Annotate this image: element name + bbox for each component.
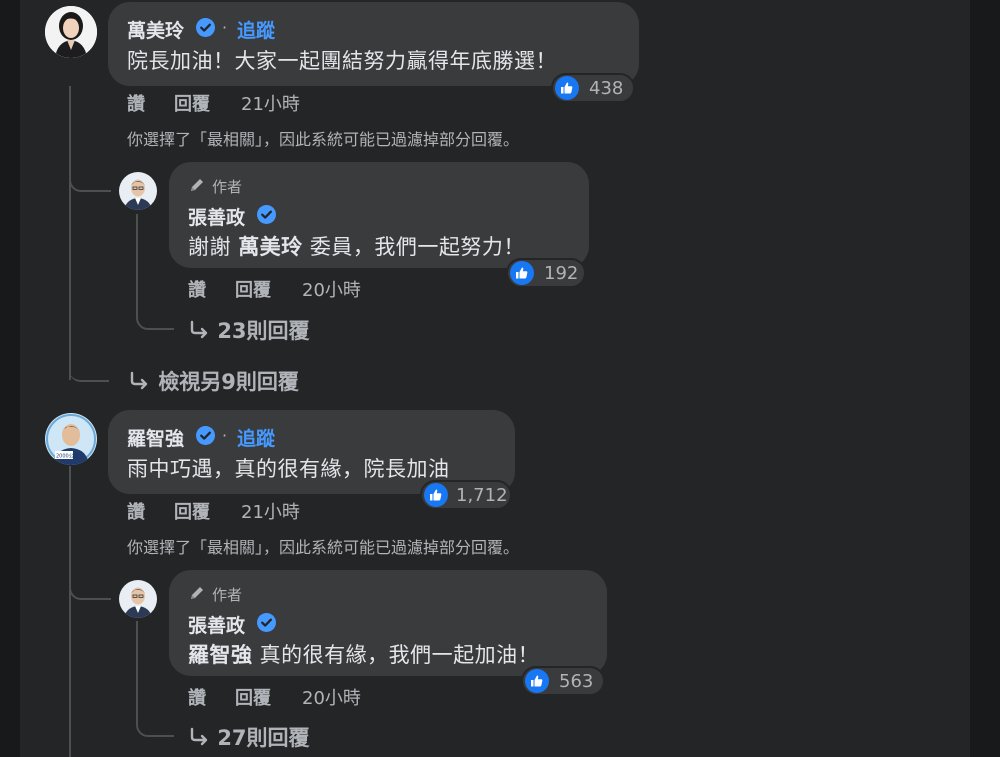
reply-text-body: 真的很有緣，我們一起加油！ — [252, 643, 540, 667]
avatar[interactable] — [119, 172, 157, 210]
reply-text: 羅智強 真的很有緣，我們一起加油！ — [188, 639, 539, 669]
man-avatar-icon — [119, 172, 157, 210]
commenter-name[interactable]: 羅智強 — [127, 424, 184, 451]
man-avatar-icon: 2000公里 — [45, 413, 97, 465]
verified-badge-icon — [257, 613, 276, 632]
more-replies-label: 23則回覆 — [217, 319, 310, 343]
reply-text: 謝謝 萬美玲 委員，我們一起努力！ — [188, 235, 525, 259]
pencil-icon — [191, 179, 203, 191]
timestamp[interactable]: 21小時 — [241, 498, 300, 524]
like-icon — [525, 669, 549, 693]
woman-avatar-icon — [45, 6, 97, 58]
separator-dot: · — [222, 18, 228, 37]
pencil-icon — [191, 587, 203, 599]
filter-notice: 你選擇了「最相關」，因此系統可能已過濾掉部分回覆。 — [127, 130, 520, 149]
timestamp[interactable]: 20小時 — [302, 276, 361, 302]
replier-name[interactable]: 張善政 — [188, 203, 245, 230]
like-button[interactable]: 讚 — [188, 276, 206, 302]
avatar[interactable] — [45, 6, 97, 58]
like-button[interactable]: 讚 — [188, 684, 206, 710]
replier-name[interactable]: 張善政 — [188, 611, 245, 638]
reaction-count-text: 192 — [544, 263, 579, 284]
reply-arrow-icon — [190, 320, 208, 339]
thread-branch — [69, 160, 111, 192]
avatar-badge: 2000公里 — [56, 454, 79, 460]
reaction-count-text: 438 — [589, 78, 624, 99]
reaction-count[interactable]: 192 — [506, 258, 586, 288]
like-icon — [555, 76, 579, 100]
reaction-count[interactable]: 438 — [551, 73, 635, 103]
avatar[interactable] — [119, 580, 157, 618]
reply-button[interactable]: 回覆 — [174, 498, 210, 524]
filter-notice: 你選擇了「最相關」，因此系統可能已過濾掉部分回覆。 — [127, 538, 520, 557]
thread-line — [69, 86, 71, 380]
reply-text-body: 委員，我們一起努力！ — [302, 235, 525, 259]
thread-line — [69, 350, 71, 380]
follow-button[interactable]: 追蹤 — [237, 16, 275, 43]
reaction-count[interactable]: 563 — [521, 666, 605, 696]
comment-text: 雨中巧遇，真的很有緣，院長加油 — [127, 457, 450, 481]
reaction-count-text: 563 — [559, 671, 594, 692]
reply-arrow-icon — [190, 727, 208, 746]
more-replies-label: 27則回覆 — [217, 726, 310, 750]
verified-badge-icon — [196, 426, 215, 445]
reaction-count-text: 1,712 — [456, 485, 508, 506]
man-avatar-icon — [119, 580, 157, 618]
verified-badge-icon — [196, 18, 215, 37]
thread-line — [69, 466, 71, 757]
like-button[interactable]: 讚 — [127, 498, 145, 524]
like-icon — [510, 261, 534, 285]
reaction-count[interactable]: 1,712 — [420, 480, 512, 510]
view-more-label: 檢視另9則回覆 — [158, 370, 299, 394]
separator-dot: · — [222, 426, 228, 445]
reply-button[interactable]: 回覆 — [174, 90, 210, 116]
like-icon — [424, 483, 448, 507]
comment-text: 院長加油！大家一起團結努力贏得年底勝選！ — [127, 49, 557, 73]
like-button[interactable]: 讚 — [127, 90, 145, 116]
timestamp[interactable]: 21小時 — [241, 90, 300, 116]
mentioned-user[interactable]: 羅智強 — [188, 643, 253, 667]
mentioned-user[interactable]: 萬美玲 — [238, 235, 303, 259]
commenter-name[interactable]: 萬美玲 — [127, 16, 184, 43]
more-replies-link[interactable]: 23則回覆 — [188, 315, 310, 345]
author-tag: 作者 — [212, 178, 243, 196]
reply-button[interactable]: 回覆 — [235, 276, 271, 302]
thread-branch — [69, 568, 111, 600]
reply-button[interactable]: 回覆 — [235, 684, 271, 710]
author-tag: 作者 — [212, 586, 243, 604]
avatar[interactable]: 2000公里 — [45, 413, 97, 465]
view-more-replies-link[interactable]: 檢視另9則回覆 — [127, 366, 299, 396]
more-replies-link[interactable]: 27則回覆 — [188, 722, 310, 752]
verified-badge-icon — [257, 205, 276, 224]
thread-branch — [69, 350, 109, 382]
reply-arrow-icon — [130, 371, 148, 390]
follow-button[interactable]: 追蹤 — [237, 424, 275, 451]
timestamp[interactable]: 20小時 — [302, 684, 361, 710]
